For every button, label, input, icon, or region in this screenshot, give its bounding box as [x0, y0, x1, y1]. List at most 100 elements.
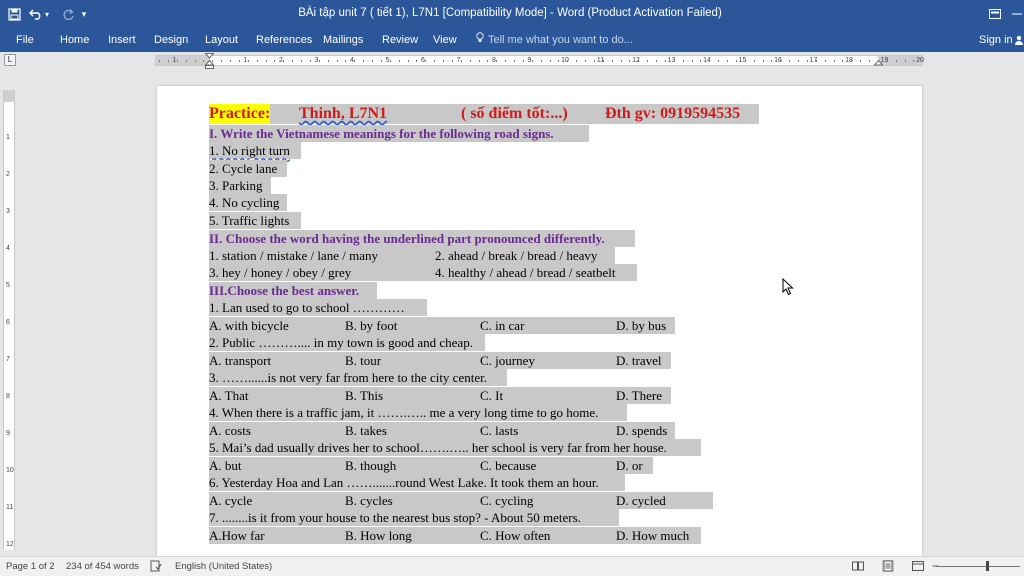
- ruler-tick: [327, 60, 329, 62]
- question-4[interactable]: 4. When there is a traffic jam, it …….….…: [209, 404, 627, 421]
- answer-5c: C. because: [480, 458, 537, 473]
- ruler-tick: [638, 60, 640, 62]
- ruler-tick: [869, 60, 870, 62]
- ruler-tick: [265, 60, 267, 62]
- tab-home[interactable]: Home: [60, 30, 89, 50]
- language-indicator[interactable]: English (United States): [175, 561, 272, 572]
- ruler-tick: [389, 60, 391, 62]
- question-3[interactable]: 3. ……......is not very far from here to …: [209, 369, 507, 386]
- question-5[interactable]: 5. Mai’s dad usually drives her to schoo…: [209, 439, 701, 456]
- right-indent-icon[interactable]: [874, 60, 883, 72]
- left-indent-icon[interactable]: [205, 60, 214, 72]
- answer-7b: B. How long: [345, 528, 412, 543]
- tell-me-search[interactable]: Tell me what you want to do...: [476, 30, 633, 50]
- pronunciation-q1: 1. station / mistake / lane / many: [209, 248, 378, 263]
- vertical-ruler-number: 6: [6, 319, 10, 326]
- answer-3b: B. This: [345, 388, 384, 403]
- header-line[interactable]: Practice: Thinh, L7N1 ( số điểm tốt:...)…: [209, 104, 759, 124]
- save-icon[interactable]: [4, 4, 24, 24]
- customize-icon[interactable]: ▾: [78, 4, 90, 24]
- answer-3c: C. It: [480, 388, 504, 403]
- tab-review[interactable]: Review: [382, 30, 418, 50]
- ruler-left-margin: [155, 56, 210, 65]
- answer-2c: C. journey: [480, 353, 535, 368]
- ruler-tick: [540, 60, 542, 62]
- answers-5[interactable]: A. but B. though C. because D. or: [209, 457, 653, 474]
- title-bar: ▾ ▾ BÀi tập unit 7 ( tiết 1), L7N1 [Comp…: [0, 0, 1024, 28]
- question-7[interactable]: 7. ........is it from your house to the …: [209, 509, 619, 526]
- section-3-title[interactable]: III.Choose the best answer.: [209, 282, 377, 299]
- ruler-strip[interactable]: 1 1 2 3 4 5 6 7 8 9 10 11 12 13 14 15 16 17 18 19 20: [155, 53, 924, 69]
- document-page[interactable]: Practice: Thinh, L7N1 ( số điểm tốt:...)…: [157, 86, 922, 556]
- ruler-tick: [487, 60, 489, 62]
- word-count[interactable]: 234 of 454 words: [66, 561, 139, 572]
- question-6[interactable]: 6. Yesterday Hoa and Lan …….......round …: [209, 474, 625, 491]
- share-icon[interactable]: [1014, 28, 1024, 52]
- ruler-tick: [522, 60, 524, 62]
- ruler-tick: [451, 60, 453, 62]
- tab-stop-selector-icon[interactable]: L: [4, 54, 16, 66]
- road-sign-item-1[interactable]: 1. No right turn: [209, 142, 301, 159]
- tab-view[interactable]: View: [433, 30, 457, 50]
- sign-in-link[interactable]: Sign in: [979, 30, 1013, 50]
- tab-file[interactable]: File: [16, 30, 34, 50]
- road-sign-item-3[interactable]: 3. Parking: [209, 177, 271, 194]
- proofing-icon[interactable]: [150, 560, 162, 572]
- ruler-tick: [851, 60, 853, 62]
- minimize-icon[interactable]: [1006, 4, 1024, 24]
- ruler-tick: [629, 60, 631, 62]
- ruler-tick: [682, 60, 684, 62]
- undo-dropdown-icon[interactable]: ▾: [42, 4, 52, 24]
- answers-7[interactable]: A.How far B. How long C. How often D. Ho…: [209, 527, 701, 544]
- question-2[interactable]: 2. Public ……….... in my town is good and…: [209, 334, 485, 351]
- answer-2a: A. transport: [209, 353, 272, 368]
- road-sign-item-5[interactable]: 5. Traffic lights: [209, 212, 301, 229]
- ruler-tick: [247, 60, 249, 62]
- ruler-tick: [283, 60, 285, 62]
- web-layout-icon[interactable]: [912, 560, 924, 572]
- vertical-ruler-number: 11: [6, 504, 14, 511]
- answers-6[interactable]: A. cycle B. cycles C. cycling D. cycled: [209, 492, 713, 509]
- ruler-tick: [469, 60, 471, 62]
- zoom-slider[interactable]: [936, 566, 1020, 567]
- vertical-ruler: 1 2 3 4 5 6 7 8 9 10 11 12: [3, 90, 15, 550]
- pronunciation-row-2[interactable]: 3. hey / honey / obey / grey 4. healthy …: [209, 264, 637, 281]
- ruler-tick: [611, 60, 613, 62]
- answers-1[interactable]: A. with bicycle B. by foot C. in car D. …: [209, 317, 675, 334]
- road-sign-item-2[interactable]: 2. Cycle lane: [209, 160, 287, 177]
- ribbon-display-options-icon[interactable]: [984, 4, 1006, 24]
- section-2-title[interactable]: II. Choose the word having the underline…: [209, 230, 635, 247]
- section-1-title[interactable]: I. Write the Vietnamese meanings for the…: [209, 125, 589, 142]
- tab-insert[interactable]: Insert: [108, 30, 136, 50]
- tab-layout[interactable]: Layout: [205, 30, 238, 50]
- answer-7a: A.How far: [209, 528, 265, 543]
- print-layout-icon[interactable]: [882, 560, 894, 572]
- tab-references[interactable]: References: [256, 30, 312, 50]
- ruler-tick: [194, 60, 196, 62]
- pronunciation-row-1[interactable]: 1. station / mistake / lane / many 2. ah…: [209, 247, 615, 264]
- answers-4[interactable]: A. costs B. takes C. lasts D. spends: [209, 422, 675, 439]
- ruler-tick: [318, 60, 320, 62]
- ruler-tick: [230, 60, 231, 62]
- redo-icon[interactable]: [58, 4, 78, 24]
- road-sign-item-4[interactable]: 4. No cycling: [209, 194, 287, 211]
- ruler-tick: [664, 60, 666, 62]
- answers-3[interactable]: A. That B. This C. It D. There: [209, 387, 671, 404]
- ruler-tick: [886, 60, 888, 62]
- question-1[interactable]: 1. Lan used to go to school …………: [209, 299, 427, 316]
- ruler-tick: [221, 60, 223, 62]
- ruler-tick: [815, 60, 817, 62]
- page-count[interactable]: Page 1 of 2: [6, 561, 55, 572]
- tab-design[interactable]: Design: [154, 30, 188, 50]
- read-mode-icon[interactable]: [852, 560, 864, 572]
- answer-6b: B. cycles: [345, 493, 393, 508]
- answer-5a: A. but: [209, 458, 242, 473]
- answer-3d: D. There: [616, 388, 662, 403]
- zoom-slider-thumb[interactable]: [986, 561, 989, 571]
- ruler-tick: [416, 60, 418, 62]
- ruler-tick: [425, 60, 427, 62]
- tab-mailings[interactable]: Mailings: [323, 30, 363, 50]
- answers-2[interactable]: A. transport B. tour C. journey D. trave…: [209, 352, 671, 369]
- vertical-ruler-number: 2: [6, 171, 10, 178]
- ruler-tick: [780, 60, 782, 62]
